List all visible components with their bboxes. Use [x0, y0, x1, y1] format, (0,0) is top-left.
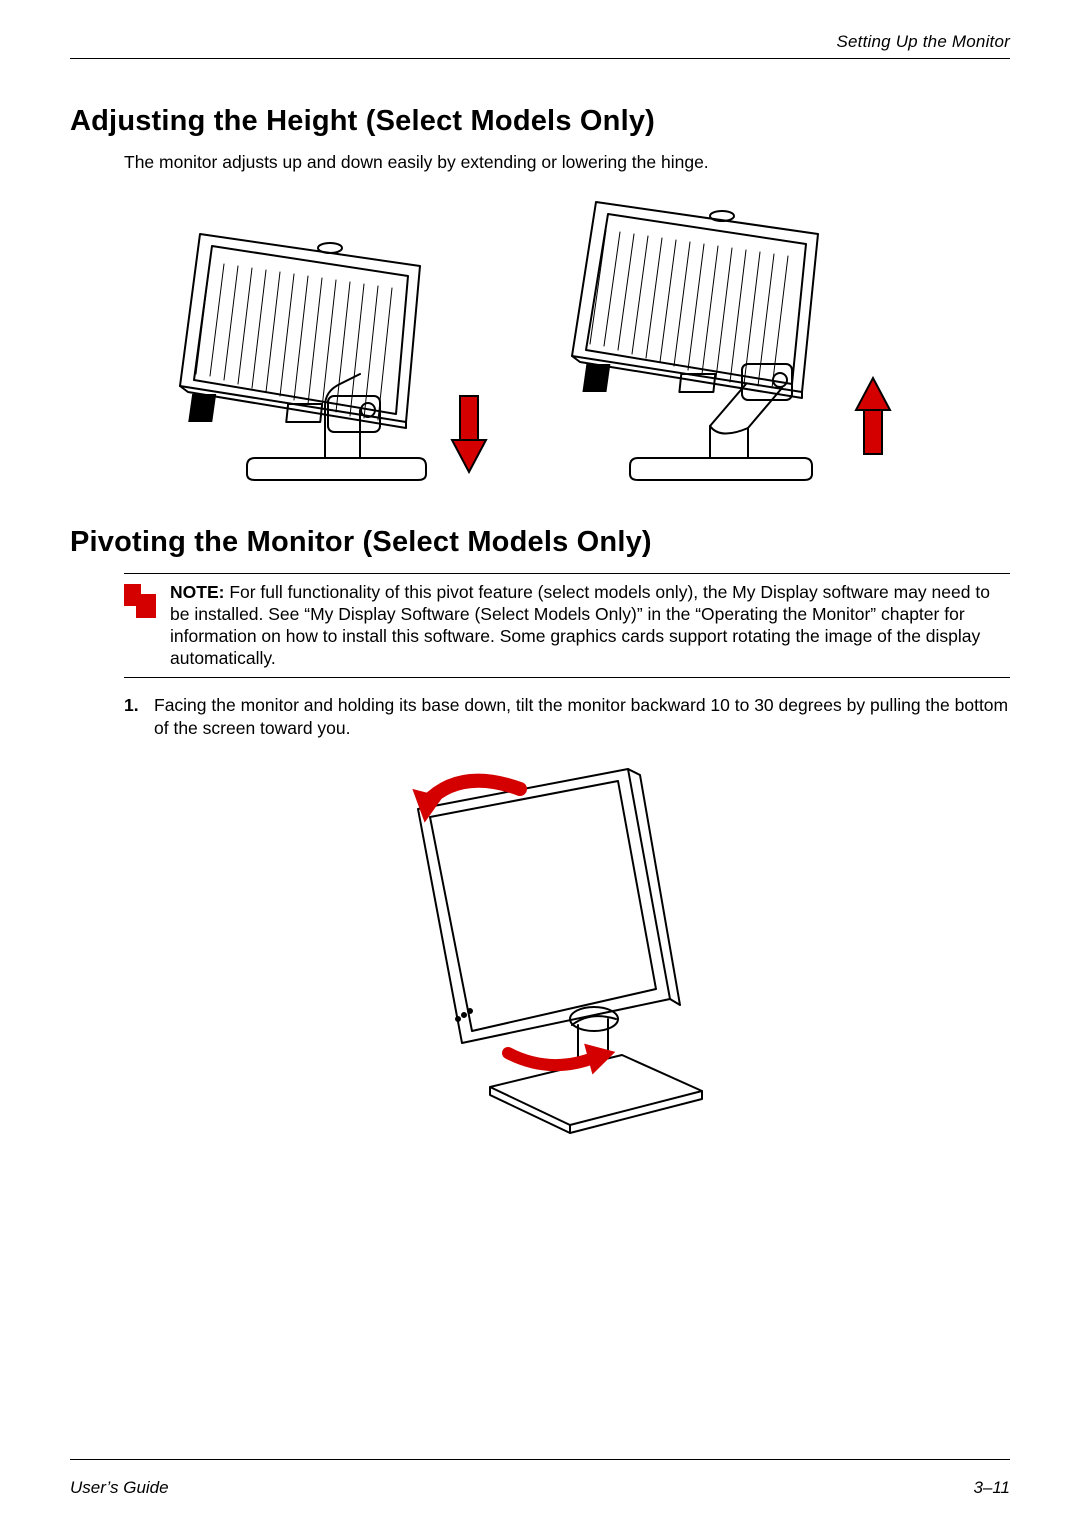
paragraph-adjusting-height: The monitor adjusts up and down easily b… [124, 152, 1010, 174]
step-1: 1. Facing the monitor and holding its ba… [124, 694, 1010, 739]
note-rule-bottom [124, 677, 1010, 678]
up-arrow-icon [856, 378, 890, 454]
step-text: Facing the monitor and holding its base … [154, 694, 1010, 739]
header-rule [70, 58, 1010, 59]
figure-monitor-lowered [160, 196, 520, 496]
footer-left: User’s Guide [70, 1478, 169, 1498]
footer-rule [70, 1459, 1010, 1460]
page: Setting Up the Monitor Adjusting the Hei… [0, 0, 1080, 1524]
footer-right: 3–11 [973, 1478, 1010, 1498]
note-body-text: For full functionality of this pivot fea… [170, 582, 990, 668]
figure-pivot-wrap [70, 757, 1010, 1137]
running-header: Setting Up the Monitor [70, 32, 1010, 52]
heading-pivoting-monitor: Pivoting the Monitor (Select Models Only… [70, 526, 1010, 559]
note-callout: NOTE: For full functionality of this piv… [124, 573, 1010, 679]
figure-monitor-raised [560, 196, 920, 496]
note-label: NOTE: [170, 582, 224, 602]
figure-monitor-pivot [340, 757, 740, 1137]
pivot-arrow-top-icon [412, 780, 520, 823]
step-number: 1. [124, 694, 154, 739]
note-text: NOTE: For full functionality of this piv… [170, 582, 1010, 670]
down-arrow-icon [452, 396, 486, 472]
note-icon [124, 584, 158, 620]
heading-adjusting-height: Adjusting the Height (Select Models Only… [70, 105, 1010, 138]
tilt-arrow-bottom-icon [508, 1037, 619, 1075]
page-footer: User’s Guide 3–11 [70, 1478, 1010, 1498]
figure-row-height [70, 196, 1010, 496]
